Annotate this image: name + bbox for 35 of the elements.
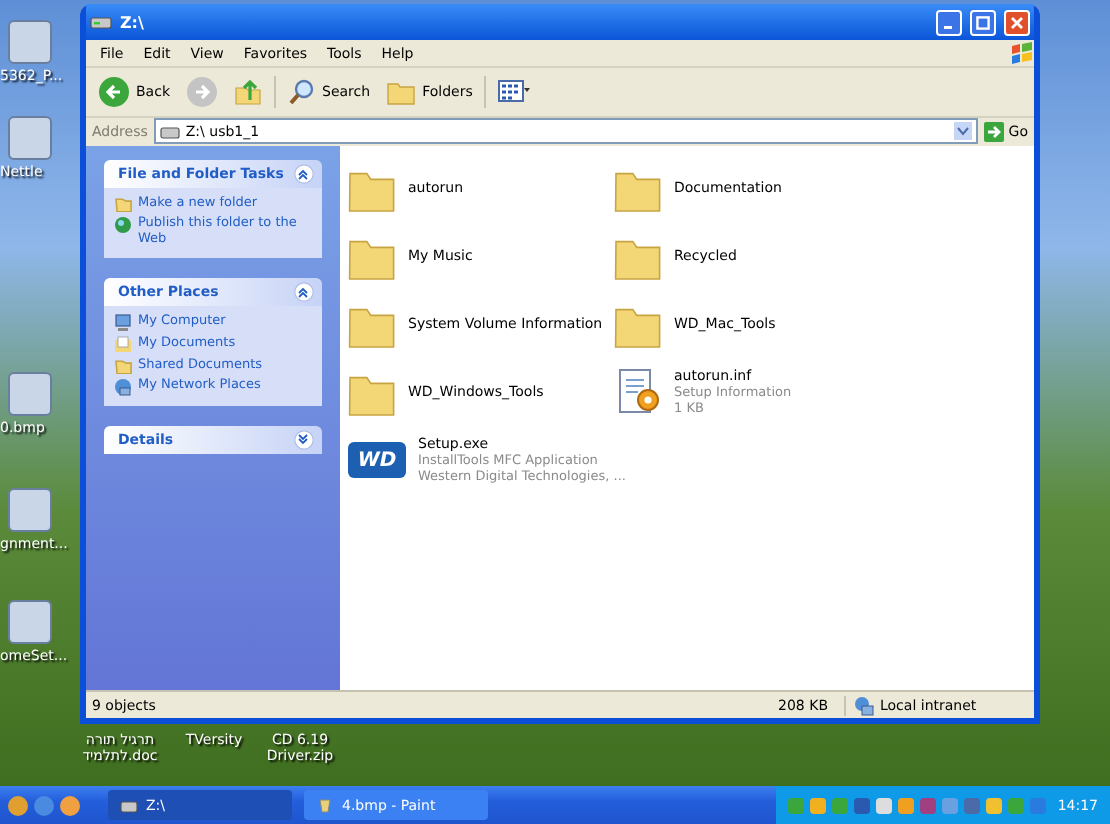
up-folder-icon bbox=[234, 78, 262, 106]
up-button[interactable] bbox=[230, 76, 266, 108]
settings-file-icon bbox=[614, 368, 662, 416]
wd-logo: WD bbox=[348, 442, 406, 478]
desktop-icon[interactable] bbox=[8, 600, 52, 644]
windows-flag-icon bbox=[1010, 42, 1034, 64]
desktop-icon[interactable] bbox=[8, 116, 52, 160]
maximize-icon bbox=[976, 15, 990, 29]
globe-icon bbox=[114, 216, 132, 234]
folder-icon bbox=[114, 357, 132, 374]
go-arrow-icon bbox=[984, 121, 1005, 141]
close-button[interactable] bbox=[1004, 9, 1030, 35]
documents-folder-icon bbox=[114, 335, 132, 354]
collapse-chevron-icon[interactable] bbox=[294, 164, 314, 184]
folder-icon bbox=[114, 196, 132, 212]
desktop-icon[interactable] bbox=[8, 20, 52, 64]
forward-button[interactable] bbox=[182, 74, 222, 110]
search-icon bbox=[288, 78, 316, 106]
computer-icon bbox=[114, 313, 132, 332]
desktop-icon[interactable] bbox=[8, 372, 52, 416]
dropdown-arrow-icon bbox=[954, 122, 973, 140]
collapse-chevron-icon[interactable] bbox=[294, 281, 314, 302]
maximize-button[interactable] bbox=[970, 9, 996, 35]
window-title: Z:\ bbox=[120, 13, 146, 31]
desktop-icon[interactable] bbox=[8, 488, 52, 532]
close-icon bbox=[1010, 15, 1024, 29]
folder-icon bbox=[386, 77, 417, 107]
drive-icon bbox=[159, 123, 180, 139]
network-icon bbox=[114, 377, 132, 396]
drive-icon bbox=[90, 12, 112, 32]
expand-chevron-icon[interactable] bbox=[294, 429, 314, 450]
view-grid-icon bbox=[498, 76, 531, 108]
minimize-button[interactable] bbox=[936, 9, 962, 35]
network-icon bbox=[854, 695, 874, 715]
drive-icon bbox=[120, 797, 138, 813]
